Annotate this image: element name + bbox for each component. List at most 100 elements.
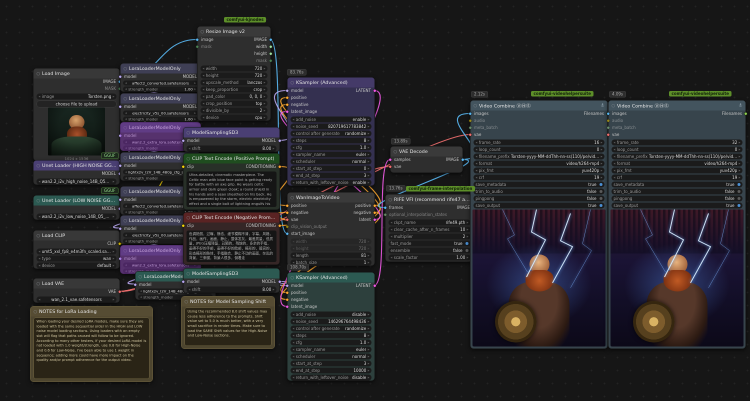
prev-arrow-icon[interactable]: ◂ [125, 146, 127, 150]
widget-width[interactable]: ◂ width 720 ▸ [290, 238, 372, 245]
input-port-positive[interactable] [285, 96, 289, 100]
collapse-dot-icon[interactable] [186, 130, 190, 135]
next-arrow-icon[interactable]: ▸ [739, 141, 741, 145]
input-port-latent_image[interactable] [285, 110, 289, 114]
prev-arrow-icon[interactable]: ◂ [140, 289, 142, 293]
prev-arrow-icon[interactable]: ◂ [614, 155, 616, 159]
widget-clear_cache_after_n_frames[interactable]: ◂ clear_cache_after_n_frames 10 ▸ [388, 226, 471, 233]
next-arrow-icon[interactable]: ▸ [264, 102, 266, 106]
next-arrow-icon[interactable]: ▸ [467, 256, 469, 260]
widget-keep_proportion[interactable]: ◂ keep_proportion crop ▸ [200, 86, 268, 93]
next-arrow-icon[interactable]: ▸ [113, 257, 115, 261]
next-arrow-icon[interactable]: ▸ [194, 117, 196, 121]
next-arrow-icon[interactable]: ▸ [264, 88, 266, 92]
input-port-vae[interactable] [285, 218, 289, 222]
collapse-dot-icon[interactable] [36, 198, 40, 203]
toggle-dot[interactable] [737, 204, 741, 207]
widget-cfg[interactable]: ◂ cfg 1.0 ▸ [290, 339, 372, 346]
collapse-dot-icon[interactable] [33, 309, 37, 314]
next-arrow-icon[interactable]: ▸ [368, 160, 370, 164]
prev-arrow-icon[interactable]: ◂ [293, 240, 295, 244]
node-header[interactable]: Video Combine ⓋⒽⓈ ⚓ [470, 100, 608, 111]
widget-control after generate[interactable]: ◂ control after generate randomize ▸ [290, 130, 372, 137]
load-clip-node[interactable]: Load CLIP CLIP ◂ umt5_xxl_fp8_e4m3fn_scaled… [33, 230, 122, 269]
prev-arrow-icon[interactable]: ◂ [39, 250, 41, 254]
input-port-audio[interactable] [606, 119, 610, 123]
notes-lora-loading-node[interactable]: NOTES for LoRa Loading When loading your … [30, 306, 153, 382]
prev-arrow-icon[interactable]: ◂ [293, 362, 295, 366]
widget-start_at_step[interactable]: ◂ start_at_step 3 ▸ [290, 360, 372, 367]
collapse-dot-icon[interactable] [290, 80, 294, 85]
widget-ckpt_name[interactable]: ◂ ckpt_name rife49.pth ▸ [388, 219, 471, 226]
next-arrow-icon[interactable]: ▸ [113, 95, 115, 99]
prev-arrow-icon[interactable]: ◂ [293, 313, 295, 317]
next-arrow-icon[interactable]: ▸ [264, 81, 266, 85]
prev-arrow-icon[interactable]: ◂ [203, 102, 205, 106]
input-port-images[interactable] [606, 112, 610, 116]
ksampler-advanced-high-node[interactable]: KSampler (Advanced) model positive negative… [285, 77, 377, 186]
collapse-dot-icon[interactable] [393, 149, 397, 154]
resize-image-node[interactable]: Resize Image v2 image mask IMAGE width height… [195, 26, 273, 121]
input-port-model[interactable] [118, 227, 122, 231]
widget-height[interactable]: ◂ height 720 ▸ [290, 245, 372, 252]
prev-arrow-icon[interactable]: ◂ [293, 167, 295, 171]
widget-filename_prefix[interactable]: ◂ filename_prefix Torsten-yyyy-MM-ddThh-nn… [473, 153, 605, 160]
node-header[interactable]: Load VAE [33, 278, 120, 289]
next-arrow-icon[interactable]: ▸ [368, 348, 370, 352]
prev-arrow-icon[interactable]: ◂ [125, 170, 127, 174]
widget-format[interactable]: ◂ format video/h264-mp4 ▸ [473, 160, 605, 167]
widget-value[interactable]: ◂ wan_2.1_vae.safetensors ▸ [36, 296, 117, 303]
next-arrow-icon[interactable]: ▸ [368, 167, 370, 171]
pin-icon[interactable]: ⚓ [600, 103, 604, 108]
collapse-dot-icon[interactable] [36, 163, 40, 168]
prev-arrow-icon[interactable]: ◂ [293, 320, 295, 324]
next-arrow-icon[interactable]: ▸ [368, 139, 370, 143]
widget-save_output[interactable]: save_output true [611, 202, 743, 209]
widget-filename_prefix[interactable]: ◂ filename_prefix Torsten-yyyy-MM-ddThh-nn… [611, 153, 743, 160]
next-arrow-icon[interactable]: ▸ [739, 155, 741, 159]
widget-crf[interactable]: ◂ crf 19 ▸ [611, 174, 743, 181]
next-arrow-icon[interactable]: ▸ [264, 109, 266, 113]
input-port-negative[interactable] [285, 103, 289, 107]
widget-device[interactable]: ◂ device cpu ▸ [200, 114, 268, 121]
prev-arrow-icon[interactable]: ◂ [203, 67, 205, 71]
next-arrow-icon[interactable]: ▸ [113, 298, 115, 302]
output-port-LATENT[interactable] [373, 284, 377, 288]
prev-arrow-icon[interactable]: ◂ [203, 88, 205, 92]
ksampler-advanced-low-node[interactable]: KSampler (Advanced) model positive negative… [285, 272, 377, 381]
node-header[interactable]: Load CLIP [33, 230, 120, 241]
widget-value[interactable]: ◂wan2.2_i2v_low_noise_14B_Q5_K_M.gguf▸ [36, 213, 117, 220]
widget-start_at_step[interactable]: ◂ start_at_step 0 ▸ [290, 165, 372, 172]
load-vae-node[interactable]: Load VAE VAE ◂ wan_2.1_vae.safetensors ▸ [33, 278, 122, 303]
output-port-MODEL[interactable] [278, 139, 282, 143]
next-arrow-icon[interactable]: ▸ [601, 141, 603, 145]
toggle-dot[interactable] [465, 242, 469, 245]
collapse-dot-icon[interactable] [388, 197, 392, 202]
node-header[interactable]: CLIP Text Encode (Positive Prompt) [183, 153, 280, 164]
next-arrow-icon[interactable]: ▸ [264, 74, 266, 78]
widget-length[interactable]: ◂ length 81 ▸ [290, 252, 372, 259]
widget-end_at_step[interactable]: ◂ end_at_step 10000 ▸ [290, 367, 372, 374]
widget-scale_factor[interactable]: ◂ scale_factor 1.00 ▸ [388, 254, 471, 261]
prev-arrow-icon[interactable]: ◂ [39, 257, 41, 261]
input-port-model[interactable] [118, 134, 122, 138]
prev-arrow-icon[interactable]: ◂ [39, 298, 41, 302]
next-arrow-icon[interactable]: ▸ [113, 180, 115, 184]
next-arrow-icon[interactable]: ▸ [601, 155, 603, 159]
widget-type[interactable]: ◂ type wan ▸ [36, 255, 117, 262]
widget-shift[interactable]: ◂ shift 8.00 ▸ [186, 286, 277, 293]
widget-control after generate[interactable]: ◂ control after generate randomize ▸ [290, 325, 372, 332]
output-port-IMAGE[interactable] [269, 38, 273, 42]
input-port-frames[interactable] [383, 206, 387, 210]
output-port-negative[interactable] [373, 211, 377, 215]
widget-loop_count[interactable]: ◂ loop_count 0 ▸ [611, 146, 743, 153]
toggle-dot[interactable] [465, 249, 469, 252]
next-arrow-icon[interactable]: ▸ [739, 148, 741, 152]
next-arrow-icon[interactable]: ▸ [739, 176, 741, 180]
unet-loader-high-noise-node[interactable]: Unet Loader (HIGH NOISE GGUF) MODEL ◂ wan2.… [33, 160, 122, 185]
widget-crop_position[interactable]: ◂ crop_position top ▸ [200, 100, 268, 107]
prev-arrow-icon[interactable]: ◂ [614, 141, 616, 145]
input-port-meta_batch[interactable] [468, 126, 472, 130]
load-image-node[interactable]: Load Image IMAGE MASK ◂ image Torsten.png ▸ cho… [33, 68, 122, 161]
next-arrow-icon[interactable]: ▸ [368, 132, 370, 136]
